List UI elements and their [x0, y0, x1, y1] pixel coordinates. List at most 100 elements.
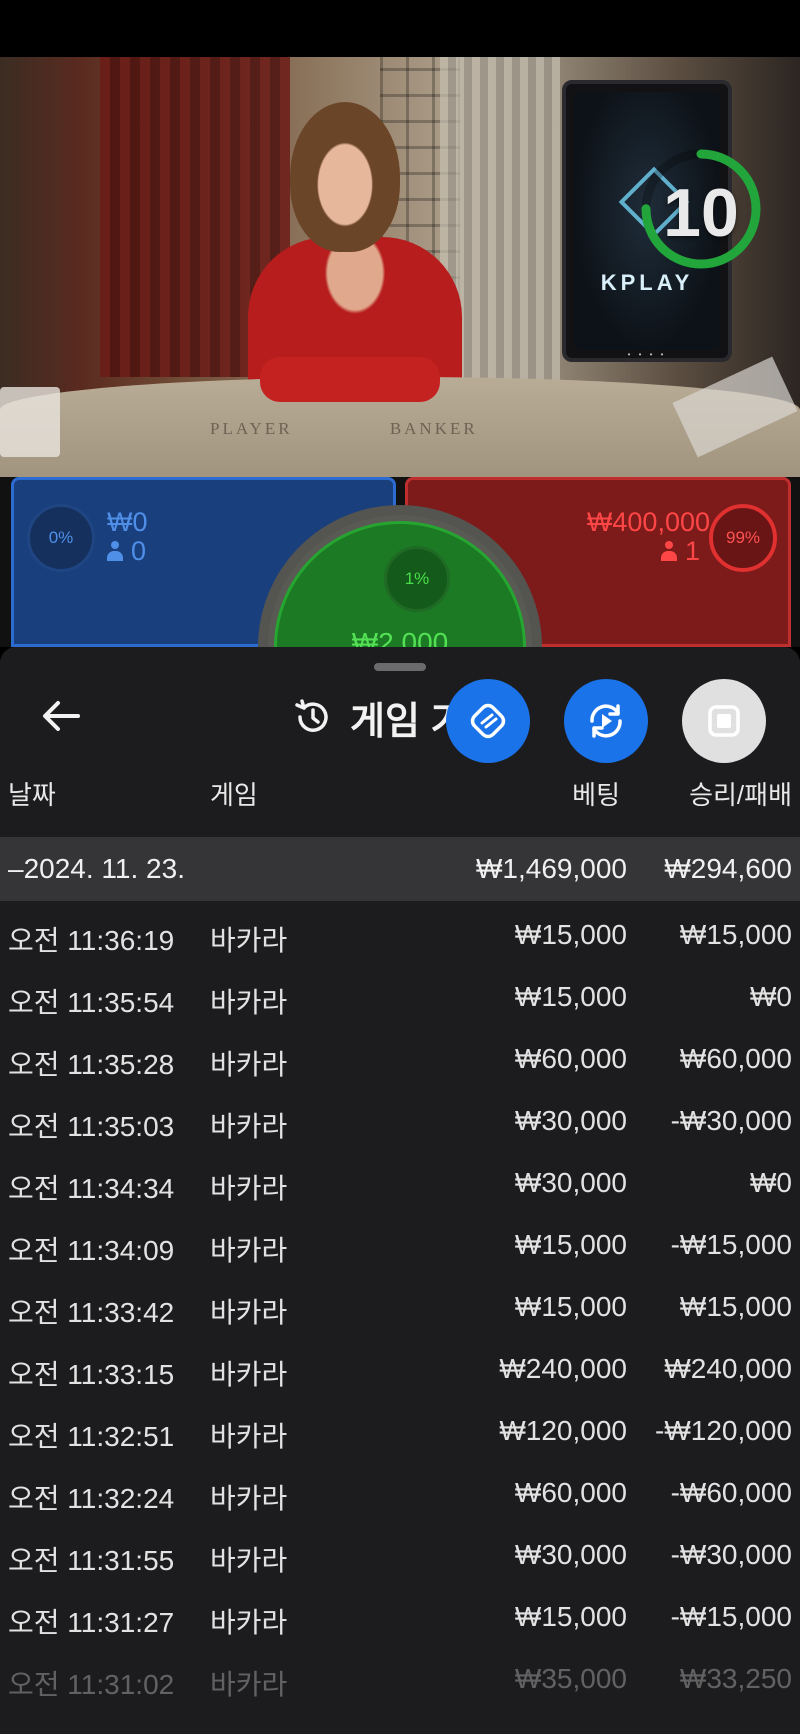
- back-button[interactable]: [36, 691, 86, 741]
- row-game: 바카라: [210, 1173, 288, 1204]
- sheet-drag-handle[interactable]: [374, 663, 426, 671]
- replay-button[interactable]: [564, 679, 648, 763]
- banker-bet-amount: ₩400,000: [586, 507, 710, 537]
- stop-button[interactable]: [682, 679, 766, 763]
- row-game: 바카라: [210, 1359, 288, 1390]
- tie-percent: 1%: [384, 546, 450, 612]
- banker-bettor-count-value: 1: [684, 536, 700, 566]
- row-time: 오전 11:34:09: [8, 1235, 175, 1266]
- history-row[interactable]: 오전 11:34:09 바카라 ₩15,000 -₩15,000: [0, 1211, 800, 1273]
- row-bet: ₩30,000: [514, 1167, 627, 1198]
- monitor-dots: • • • •: [627, 350, 667, 359]
- date-group-bet-total: ₩1,469,000: [476, 853, 627, 884]
- history-row[interactable]: 오전 11:33:42 바카라 ₩15,000 ₩15,000: [0, 1273, 800, 1335]
- row-bet: ₩60,000: [514, 1043, 627, 1074]
- top-black-bar: [0, 0, 800, 57]
- banker-percent: 99%: [709, 504, 777, 572]
- betting-area: 0% ₩0 0 ₩400,000 1 99% 1% ₩2,000: [0, 477, 800, 789]
- row-game: 바카라: [210, 1607, 288, 1638]
- column-header-bet[interactable]: 베팅: [572, 775, 620, 812]
- sheet-title: 게임 기: [292, 691, 465, 743]
- row-time: 오전 11:31:27: [8, 1607, 175, 1638]
- row-time: 오전 11:32:51: [8, 1421, 175, 1452]
- date-group-row[interactable]: –2024. 11. 23. ₩1,469,000 ₩294,600: [0, 837, 800, 901]
- player-percent: 0%: [27, 504, 95, 572]
- row-bet: ₩30,000: [514, 1539, 627, 1570]
- person-icon: [107, 541, 123, 561]
- row-bet: ₩30,000: [514, 1105, 627, 1136]
- stop-icon: [708, 705, 740, 737]
- arrow-left-icon: [43, 701, 80, 731]
- person-icon: [660, 541, 677, 561]
- row-game: 바카라: [210, 1111, 288, 1142]
- player-bet-amount: ₩0: [107, 507, 148, 537]
- banker-bettor-count: 1: [660, 536, 700, 567]
- row-result: -₩30,000: [670, 1105, 792, 1136]
- table-label-player: PLAYER: [210, 419, 293, 438]
- row-time: 오전 11:33:15: [8, 1359, 175, 1390]
- row-time: 오전 11:32:24: [8, 1483, 175, 1514]
- row-game: 바카라: [210, 925, 288, 956]
- dealer-head: [290, 102, 400, 252]
- history-row[interactable]: 오전 11:35:28 바카라 ₩60,000 ₩60,000: [0, 1025, 800, 1087]
- row-time: 오전 11:34:34: [8, 1173, 175, 1204]
- countdown-value: 10: [663, 175, 739, 251]
- row-bet: ₩15,000: [514, 919, 627, 950]
- row-result: ₩15,000: [679, 1291, 792, 1322]
- row-result: -₩120,000: [655, 1415, 792, 1446]
- player-bettor-count: 0: [107, 536, 146, 567]
- row-result: ₩0: [750, 1167, 792, 1198]
- row-result: -₩15,000: [670, 1601, 792, 1632]
- row-result: -₩30,000: [670, 1539, 792, 1570]
- swap-icon: [470, 703, 506, 739]
- row-bet: ₩240,000: [499, 1353, 627, 1384]
- row-game: 바카라: [210, 1669, 288, 1700]
- row-bet: ₩15,000: [514, 1291, 627, 1322]
- row-game: 바카라: [210, 1483, 288, 1514]
- history-row[interactable]: 오전 11:31:27 바카라 ₩15,000 -₩15,000: [0, 1583, 800, 1645]
- date-group-date: –2024. 11. 23.: [8, 853, 185, 884]
- row-game: 바카라: [210, 1545, 288, 1576]
- row-bet: ₩60,000: [514, 1477, 627, 1508]
- row-game: 바카라: [210, 1297, 288, 1328]
- row-result: ₩33,250: [679, 1663, 792, 1694]
- row-time: 오전 11:31:55: [8, 1545, 175, 1576]
- column-header-win-loss[interactable]: 승리/패배: [689, 775, 792, 812]
- row-game: 바카라: [210, 987, 288, 1018]
- history-row[interactable]: 오전 11:31:02 바카라 ₩35,000 ₩33,250: [0, 1645, 800, 1707]
- row-result: ₩15,000: [679, 919, 792, 950]
- row-time: 오전 11:35:03: [8, 1111, 175, 1142]
- live-dealer-video: PLAYER BANKER KPLAY • • • • 10: [0, 57, 800, 477]
- row-time: 오전 11:35:28: [8, 1049, 175, 1080]
- history-icon: [295, 699, 328, 732]
- history-row[interactable]: 오전 11:32:24 바카라 ₩60,000 -₩60,000: [0, 1459, 800, 1521]
- history-list: 오전 11:36:19 바카라 ₩15,000 ₩15,000 오전 11:35…: [0, 901, 800, 1707]
- history-row[interactable]: 오전 11:36:19 바카라 ₩15,000 ₩15,000: [0, 901, 800, 963]
- row-bet: ₩120,000: [499, 1415, 627, 1446]
- row-result: -₩15,000: [670, 1229, 792, 1260]
- row-result: ₩60,000: [679, 1043, 792, 1074]
- history-row[interactable]: 오전 11:34:34 바카라 ₩30,000 ₩0: [0, 1149, 800, 1211]
- game-history-sheet: 게임 기 날짜 게임 베팅 승리/패배 –2024. 11. 23. ₩1,46…: [0, 647, 800, 1734]
- history-row[interactable]: 오전 11:31:55 바카라 ₩30,000 -₩30,000: [0, 1521, 800, 1583]
- history-row[interactable]: 오전 11:35:03 바카라 ₩30,000 -₩30,000: [0, 1087, 800, 1149]
- row-time: 오전 11:31:02: [8, 1669, 175, 1700]
- history-row[interactable]: 오전 11:33:15 바카라 ₩240,000 ₩240,000: [0, 1335, 800, 1397]
- row-time: 오전 11:35:54: [8, 987, 175, 1018]
- swap-button[interactable]: [446, 679, 530, 763]
- dealer-arms: [260, 357, 440, 402]
- row-game: 바카라: [210, 1421, 288, 1452]
- column-header-date[interactable]: 날짜: [8, 775, 56, 812]
- table-felt-labels: PLAYER BANKER: [210, 419, 568, 439]
- row-bet: ₩15,000: [514, 981, 627, 1012]
- history-row[interactable]: 오전 11:32:51 바카라 ₩120,000 -₩120,000: [0, 1397, 800, 1459]
- history-row[interactable]: 오전 11:35:54 바카라 ₩15,000 ₩0: [0, 963, 800, 1025]
- card-shoe: [0, 387, 60, 457]
- row-result: -₩60,000: [670, 1477, 792, 1508]
- date-group-win-loss-total: ₩294,600: [664, 853, 792, 884]
- column-header-game[interactable]: 게임: [210, 775, 258, 812]
- row-result: ₩0: [750, 981, 792, 1012]
- row-bet: ₩15,000: [514, 1601, 627, 1632]
- row-time: 오전 11:33:42: [8, 1297, 175, 1328]
- row-time: 오전 11:36:19: [8, 925, 175, 956]
